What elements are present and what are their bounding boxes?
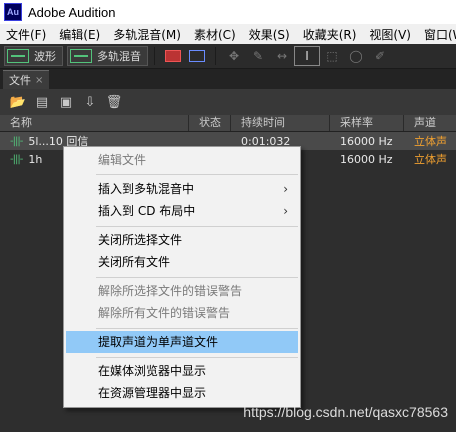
menu-item-edit-file[interactable]: 编辑文件 xyxy=(66,149,298,171)
menu-item-show-media-browser[interactable]: 在媒体浏览器中显示 xyxy=(66,360,298,382)
menu-separator xyxy=(96,357,298,358)
toolbar: 波形 多轨混音 ✥ ✎ ↔ I ⬚ ◯ ✐ xyxy=(0,44,456,69)
tab-files[interactable]: 文件 × xyxy=(3,70,50,89)
window-title: Adobe Audition xyxy=(28,4,116,20)
menu-clip[interactable]: 素材(C) xyxy=(188,26,243,43)
file-sample-rate: 16000 Hz xyxy=(340,152,393,166)
waveform-mode-button[interactable]: 波形 xyxy=(4,46,63,66)
audio-file-icon: -|||- xyxy=(10,153,23,165)
menu-item-close-all[interactable]: 关闭所有文件 xyxy=(66,251,298,273)
brush-tool-icon[interactable]: ✐ xyxy=(368,47,392,65)
file-channels: 立体声 xyxy=(414,153,447,166)
insert-icon[interactable]: ⇩ xyxy=(78,93,102,111)
column-status[interactable]: 状态 xyxy=(189,115,231,131)
column-channels[interactable]: 声道 xyxy=(404,115,456,131)
lasso-tool-icon[interactable]: ◯ xyxy=(344,47,368,65)
menu-item-dismiss-selected-errors[interactable]: 解除所选择文件的错误警告 xyxy=(66,280,298,302)
delete-icon[interactable]: 🗑 xyxy=(102,93,126,111)
panel-toolbar: 📂 ▤ ▣ ⇩ 🗑 xyxy=(0,89,456,115)
menu-view[interactable]: 视图(V) xyxy=(363,26,418,43)
import-file-icon[interactable]: ▤ xyxy=(30,93,54,111)
menu-separator xyxy=(96,226,298,227)
audio-file-icon: -|||- xyxy=(10,135,23,147)
file-channels: 立体声 xyxy=(414,135,447,148)
menu-effects[interactable]: 效果(S) xyxy=(243,26,297,43)
toolbar-divider xyxy=(215,47,216,65)
slip-tool-icon[interactable]: ↔ xyxy=(270,47,294,65)
menu-separator xyxy=(96,328,298,329)
menu-item-show-explorer[interactable]: 在资源管理器中显示 xyxy=(66,382,298,404)
menu-item-label: 插入到 CD 布局中 xyxy=(98,204,196,218)
title-bar: Au Adobe Audition xyxy=(0,0,456,24)
menu-file[interactable]: 文件(F) xyxy=(0,26,53,43)
submenu-arrow-icon: › xyxy=(283,182,288,196)
file-sample-rate: 16000 Hz xyxy=(340,134,393,148)
menu-item-dismiss-all-errors[interactable]: 解除所有文件的错误警告 xyxy=(66,302,298,324)
menu-window[interactable]: 窗口(W) xyxy=(418,26,456,43)
multitrack-mode-button[interactable]: 多轨混音 xyxy=(67,46,148,66)
menu-item-insert-multitrack[interactable]: 插入到多轨混音中 › xyxy=(66,178,298,200)
marquee-tool-icon[interactable]: ⬚ xyxy=(320,47,344,65)
panel-tab-bar: 文件 × xyxy=(0,69,456,89)
menu-separator xyxy=(96,277,298,278)
menu-multitrack[interactable]: 多轨混音(M) xyxy=(107,26,188,43)
menu-bar: 文件(F) 编辑(E) 多轨混音(M) 素材(C) 效果(S) 收藏夹(R) 视… xyxy=(0,24,456,44)
open-folder-icon[interactable]: 📂 xyxy=(6,93,30,111)
new-file-icon[interactable]: ▣ xyxy=(54,93,78,111)
menu-item-close-selected[interactable]: 关闭所选择文件 xyxy=(66,229,298,251)
menu-item-label: 插入到多轨混音中 xyxy=(98,182,195,196)
time-selection-tool-icon[interactable]: I xyxy=(294,46,320,66)
menu-item-insert-cd[interactable]: 插入到 CD 布局中 › xyxy=(66,200,298,222)
column-sample-rate[interactable]: 采样率 xyxy=(330,115,404,131)
pitch-display-icon[interactable] xyxy=(185,47,209,65)
menu-favorites[interactable]: 收藏夹(R) xyxy=(297,26,364,43)
menu-separator xyxy=(96,174,298,175)
spectral-display-icon[interactable] xyxy=(161,47,185,65)
move-tool-icon[interactable]: ✥ xyxy=(222,47,246,65)
close-icon[interactable]: × xyxy=(35,75,43,86)
menu-edit[interactable]: 编辑(E) xyxy=(53,26,107,43)
context-menu: 编辑文件 插入到多轨混音中 › 插入到 CD 布局中 › 关闭所选择文件 关闭所… xyxy=(63,146,301,408)
column-duration[interactable]: 持续时间 xyxy=(231,115,330,131)
column-name[interactable]: 名称 xyxy=(0,115,189,131)
multitrack-icon xyxy=(70,49,92,63)
waveform-label: 波形 xyxy=(34,50,56,63)
waveform-icon xyxy=(7,49,29,63)
column-header: 名称 状态 持续时间 采样率 声道 xyxy=(0,115,456,132)
submenu-arrow-icon: › xyxy=(283,204,288,218)
audition-logo-icon: Au xyxy=(4,3,22,21)
toolbar-divider xyxy=(154,47,155,65)
tab-files-label: 文件 xyxy=(9,74,31,87)
file-name: 1h xyxy=(28,152,43,166)
watermark-text: https://blog.csdn.net/qasxc78563 xyxy=(243,404,448,420)
menu-item-extract-mono[interactable]: 提取声道为单声道文件 xyxy=(66,331,298,353)
multitrack-label: 多轨混音 xyxy=(97,50,141,63)
razor-tool-icon[interactable]: ✎ xyxy=(246,47,270,65)
